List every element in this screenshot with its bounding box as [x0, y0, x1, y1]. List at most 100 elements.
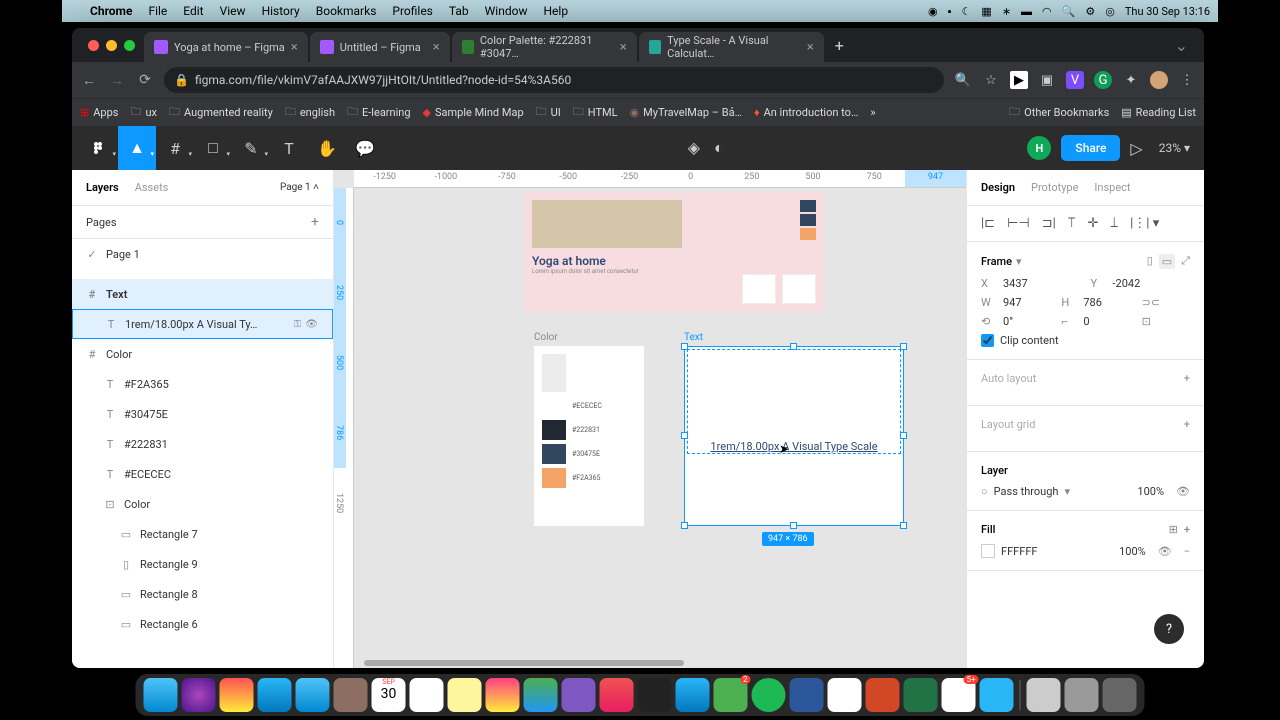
bookmark-item[interactable]: 🗀E-learning — [347, 103, 411, 122]
layer-frame-color[interactable]: #Color — [72, 339, 333, 369]
dock-reminders[interactable] — [410, 678, 444, 712]
new-tab-button[interactable]: + — [825, 36, 854, 55]
dock-siri[interactable] — [182, 678, 216, 712]
dock-chrome[interactable] — [828, 678, 862, 712]
page-item[interactable]: ✓Page 1 — [72, 239, 333, 269]
window-controls[interactable] — [80, 40, 143, 51]
move-tool[interactable]: ▲▾ — [118, 126, 156, 170]
wifi-icon[interactable]: ◠ — [1042, 5, 1052, 18]
eye-icon[interactable]: 👁 — [1176, 485, 1190, 498]
comment-tool[interactable]: 💬 — [346, 126, 384, 170]
dock-music[interactable] — [600, 678, 634, 712]
figma-menu-icon[interactable]: ▾ — [80, 126, 118, 170]
browser-tab[interactable]: Yoga at home – Figma× — [144, 32, 308, 62]
ext-icon[interactable]: ▣ — [1038, 71, 1056, 89]
artboard-yoga[interactable]: Yoga at home Lorem ipsum dolor sit amet … — [524, 192, 824, 312]
layer-rect[interactable]: ▯Rectangle 9 — [72, 549, 333, 579]
close-icon[interactable]: × — [807, 40, 814, 55]
resize-handle[interactable] — [790, 522, 797, 529]
h-input[interactable]: 786 — [1083, 296, 1131, 309]
menu-bookmarks[interactable]: Bookmarks — [308, 4, 385, 18]
y-input[interactable]: -2042 — [1113, 277, 1191, 290]
frame-label[interactable]: Color — [534, 332, 558, 343]
artboard-text-selected[interactable]: 1rem/18.00px A Visual Type Scale — [684, 346, 904, 526]
zoom-dropdown[interactable]: 23% ▾ — [1153, 141, 1196, 155]
dock-appstore[interactable] — [676, 678, 710, 712]
dock-safari[interactable] — [258, 678, 292, 712]
dock-finder[interactable] — [144, 678, 178, 712]
layer-rect[interactable]: ▭Rectangle 7 — [72, 519, 333, 549]
tab-prototype[interactable]: Prototype — [1031, 181, 1078, 194]
moon-icon[interactable]: ☾ — [962, 5, 972, 18]
menubar-app[interactable]: Chrome — [82, 4, 140, 18]
help-button[interactable]: ? — [1154, 614, 1184, 644]
menu-view[interactable]: View — [212, 4, 254, 18]
menu-edit[interactable]: Edit — [175, 4, 211, 18]
search-icon[interactable]: 🔍 — [1062, 5, 1076, 18]
dock-notes[interactable] — [448, 678, 482, 712]
layer-text[interactable]: T1rem/18.00px A Visual Ty…⚿👁 — [72, 309, 333, 339]
resize-handle[interactable] — [681, 432, 688, 439]
component-icon[interactable]: ◈ — [688, 138, 700, 158]
dock-maps[interactable] — [524, 678, 558, 712]
shape-tool[interactable]: □▾ — [194, 126, 232, 170]
resize-handle[interactable] — [900, 432, 907, 439]
url-field[interactable]: 🔒 figma.com/file/vkimV7afAAJXW97jjHtOIt/… — [164, 67, 944, 93]
distribute-icon[interactable]: |⋮| ▾ — [1130, 216, 1159, 231]
radius-input[interactable]: 0 — [1083, 315, 1131, 328]
close-icon[interactable]: × — [620, 40, 627, 55]
text-tool[interactable]: T — [270, 126, 308, 170]
bluetooth-icon[interactable]: ∗ — [1002, 5, 1011, 18]
bookmark-item[interactable]: ⊞Apps — [80, 106, 118, 119]
add-icon[interactable]: + — [1184, 372, 1190, 385]
portrait-icon[interactable]: ▯ — [1147, 254, 1153, 269]
mask-icon[interactable]: ◐ — [714, 138, 724, 158]
battery-icon[interactable]: ▬ — [1021, 5, 1032, 18]
bookmark-item[interactable]: ◆Sample Mind Map — [423, 106, 524, 119]
reading-list[interactable]: ▤Reading List — [1121, 103, 1196, 122]
color-swatch[interactable] — [981, 544, 995, 558]
tab-layers[interactable]: Layers — [86, 181, 119, 194]
frame-label[interactable]: Text — [684, 332, 703, 343]
resize-handle[interactable] — [900, 522, 907, 529]
other-bookmarks[interactable]: 🗀Other Bookmarks — [1009, 103, 1109, 122]
control-center-icon[interactable]: ⚙ — [1085, 5, 1095, 18]
resize-handle[interactable] — [681, 343, 688, 350]
status-icon[interactable]: ▪ — [948, 5, 952, 18]
align-left-icon[interactable]: |⊏ — [981, 216, 995, 231]
dock-calendar[interactable]: SEP30 — [372, 678, 406, 712]
status-icon[interactable]: ▦ — [981, 5, 991, 18]
bookmark-item[interactable]: 🗀Augmented reality — [169, 103, 273, 122]
browser-tab[interactable]: Type Scale - A Visual Calculat…× — [639, 32, 824, 62]
dock-launchpad[interactable] — [220, 678, 254, 712]
share-button[interactable]: Share — [1061, 135, 1120, 161]
frame-header[interactable]: Frame — [981, 255, 1012, 268]
bookmark-item[interactable]: ♦An introduction to… — [754, 106, 858, 119]
menu-tab[interactable]: Tab — [441, 4, 477, 18]
dock-downloads[interactable] — [1027, 678, 1061, 712]
bookmarks-overflow[interactable]: » — [870, 106, 875, 119]
scrollbar-horizontal[interactable] — [364, 660, 684, 666]
layer-color-text[interactable]: T#F2A365 — [72, 369, 333, 399]
menu-profiles[interactable]: Profiles — [384, 4, 441, 18]
opacity-input[interactable]: 100% — [1137, 485, 1164, 498]
layer-rect[interactable]: ▭Rectangle 8 — [72, 579, 333, 609]
styles-icon[interactable]: ⊞ — [1169, 523, 1178, 536]
layer-group[interactable]: ⊡Color — [72, 489, 333, 519]
resize-handle[interactable] — [790, 343, 797, 350]
tab-assets[interactable]: Assets — [135, 181, 169, 194]
artboard-color[interactable]: #ECECEC #222831 #30475E #F2A365 — [534, 346, 644, 526]
canvas[interactable]: -1250-1000-750-500-2500250500750947 0250… — [334, 170, 966, 668]
align-right-icon[interactable]: ⊐| — [1042, 216, 1056, 231]
landscape-icon[interactable]: ▭ — [1159, 254, 1175, 269]
align-bottom-icon[interactable]: ⟘ — [1110, 216, 1118, 231]
clip-checkbox[interactable] — [981, 334, 994, 347]
user-avatar[interactable]: H — [1027, 136, 1051, 160]
dock-quicktime[interactable] — [980, 678, 1014, 712]
lock-icon[interactable]: ⚿ — [294, 319, 302, 330]
dock-tv[interactable] — [638, 678, 672, 712]
add-icon[interactable]: + — [1184, 523, 1190, 536]
page-dropdown[interactable]: Page 1 ˄ — [280, 182, 319, 193]
hand-tool[interactable]: ✋ — [308, 126, 346, 170]
menu-help[interactable]: Help — [535, 4, 576, 18]
